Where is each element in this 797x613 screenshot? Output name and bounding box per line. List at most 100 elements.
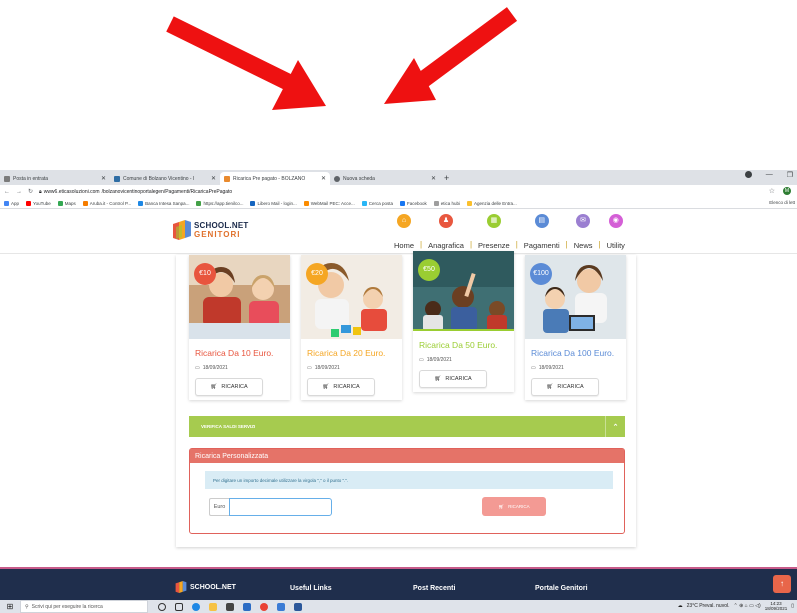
price-badge: €20 [306, 263, 328, 285]
mail-icon [4, 175, 10, 182]
bookmark-item[interactable]: Cerca posta [361, 200, 393, 206]
price-badge: €10 [194, 263, 216, 285]
task-view-icon[interactable] [175, 602, 183, 611]
bookmark-item[interactable]: Aruba.it - Control P... [82, 200, 131, 206]
card-photo: €100 [525, 255, 626, 339]
notification-icon[interactable]: ▯ [791, 603, 794, 609]
search-icon: ⚲ [25, 603, 29, 610]
forward-icon[interactable]: → [16, 189, 22, 195]
bookmarks-bar: App YouTube Maps Aruba.it - Control P... Ban… [0, 198, 797, 209]
card-photo: €50 [413, 251, 514, 331]
close-icon[interactable]: ✕ [431, 175, 436, 182]
reload-icon[interactable]: ↻ [28, 188, 33, 195]
page-content: €10 Ricarica Da 10 Euro. ▭ 18/09/2021 🛒︎ R… [0, 251, 797, 567]
windows-taskbar: ⊞ ⚲ Scrivi qui per eseguire la ricerca ☁… [0, 600, 797, 613]
taskbar-apps [158, 602, 302, 611]
verifica-saldi-bar[interactable]: VERIFICA SALDI SERVIZI ⌃ [189, 416, 625, 437]
close-icon[interactable]: ✕ [211, 175, 216, 182]
bookmark-item[interactable]: Libero Mail - login... [250, 200, 297, 206]
site-footer: SCHOOL.NET Useful Links Post Recenti Por… [0, 567, 797, 600]
bookmark-item[interactable]: WebMail PEC: Acce... [303, 200, 355, 206]
nav-item-utility[interactable]: ◉ Utility [601, 214, 631, 250]
new-tab-button[interactable]: + [440, 172, 453, 185]
bookmark-favicon-icon [467, 200, 472, 206]
url-field[interactable]: 🔒︎ www6.eticasoluzioni.com/bolzanovicent… [39, 189, 232, 195]
lock-icon: 🔒︎ [39, 188, 42, 195]
photos-icon[interactable] [277, 602, 285, 611]
tray-icons[interactable]: ⌃ ⊕ ⌂ ▭ ◁) [734, 603, 761, 609]
bookmark-favicon-icon [26, 200, 32, 206]
nav-item-anagrafica[interactable]: ♟ Anagrafica [422, 214, 470, 250]
calendar-icon: ▭ [419, 357, 424, 363]
windows-start-icon[interactable]: ⊞ [0, 602, 20, 611]
verifica-label: VERIFICA SALDI SERVIZI [201, 424, 256, 429]
ricarica-custom-button[interactable]: 🛒︎ RICARICA [482, 497, 546, 516]
bookmark-favicon-icon [399, 200, 405, 206]
minimize-icon[interactable]: — [766, 171, 773, 179]
browser-tab-bar: Posta in entrata ✕ Comune di Bolzano Vic… [0, 170, 797, 185]
edge-icon[interactable] [192, 602, 200, 611]
price-badge: €50 [418, 259, 440, 281]
browser-tab[interactable]: Nuova scheda ✕ [330, 172, 440, 185]
cortana-icon[interactable] [158, 602, 166, 611]
system-tray: ☁ 23°C Preval. nuvol. ⌃ ⊕ ⌂ ▭ ◁) 14:23 1… [678, 601, 794, 611]
nav-item-pagamenti[interactable]: ▤ Pagamenti [518, 214, 566, 250]
chevron-up-icon[interactable]: ⌃ [605, 416, 625, 437]
back-icon[interactable]: ← [4, 189, 10, 195]
ricarica-button[interactable]: 🛒︎ RICARICA [419, 370, 487, 388]
browser-tab[interactable]: Comune di Bolzano Vicentino - I ✕ [110, 172, 220, 185]
url-host: www6.eticasoluzioni.com [43, 188, 100, 195]
bookmark-favicon-icon [250, 200, 256, 206]
site-logo[interactable]: SCHOOL.NET GENITORI [173, 220, 248, 240]
card-date: ▭ 18/09/2021 [307, 365, 340, 371]
bookmark-favicon-icon [361, 200, 367, 206]
close-icon[interactable]: ✕ [321, 175, 326, 182]
file-explorer-icon[interactable] [209, 602, 217, 611]
euro-field-label: Euro [209, 498, 229, 516]
bookmark-favicon-icon [303, 200, 309, 206]
nav-item-presenze[interactable]: ▦ Presenze [472, 214, 516, 250]
bookmark-favicon-icon [82, 200, 88, 206]
decimal-info-alert: Per digitare un importo decimale utilizz… [205, 471, 613, 489]
nav-item-news[interactable]: ✉ News [568, 214, 599, 250]
close-icon[interactable]: ✕ [101, 175, 106, 182]
card-title: Ricarica Da 50 Euro. [419, 340, 498, 350]
star-icon[interactable]: ☆ [769, 187, 775, 195]
ricarica-panel: €10 Ricarica Da 10 Euro. ▭ 18/09/2021 🛒︎ R… [176, 251, 636, 547]
store-icon[interactable] [226, 602, 234, 611]
bookmark-favicon-icon [4, 200, 9, 206]
mail-icon[interactable] [243, 602, 251, 611]
word-icon[interactable] [294, 602, 302, 611]
ricarica-button[interactable]: 🛒︎ RICARICA [307, 378, 375, 396]
nav-item-home[interactable]: ⌂ Home [388, 214, 420, 250]
bookmark-favicon-icon [57, 200, 63, 206]
weather-text[interactable]: 23°C Preval. nuvol. [687, 603, 730, 609]
maximize-icon[interactable]: ❐ [787, 171, 793, 179]
chrome-icon[interactable] [260, 602, 268, 611]
cart-icon: 🛒︎ [210, 384, 218, 390]
ricarica-button[interactable]: 🛒︎ RICARICA [531, 378, 599, 396]
bookmark-item[interactable]: etica hubi [433, 200, 460, 206]
avatar[interactable]: M [783, 187, 791, 195]
taskbar-search[interactable]: ⚲ Scrivi qui per eseguire la ricerca [20, 600, 148, 613]
browser-tab[interactable]: Posta in entrata ✕ [0, 172, 110, 185]
bookmark-item[interactable]: Facebook [399, 200, 427, 206]
other-bookmarks[interactable]: Elenco di lett [769, 200, 795, 205]
euro-amount-input[interactable] [229, 498, 332, 516]
browser-tab-active[interactable]: Ricarica Pre pagato - BOLZANO ✕ [220, 172, 330, 185]
card-date: ▭ 18/09/2021 [419, 357, 452, 363]
bookmark-item[interactable]: Banca Intesa Sanpa... [138, 200, 189, 206]
profile-icon[interactable] [744, 171, 752, 178]
annotation-arrows [166, 7, 518, 110]
right-arrow-shaft [406, 7, 518, 95]
scroll-top-button[interactable]: ↑ [773, 575, 791, 593]
bookmark-favicon-icon [138, 200, 144, 206]
bookmark-item[interactable]: https://app.tienilco... [196, 200, 243, 206]
bookmark-item[interactable]: Agenzia delle Entra... [467, 200, 517, 206]
card-title: Ricarica Da 100 Euro. [531, 348, 615, 358]
bookmark-item[interactable]: Maps [57, 200, 76, 206]
bookmark-item[interactable]: YouTube [26, 200, 51, 206]
ricarica-button[interactable]: 🛒︎ RICARICA [195, 378, 263, 396]
clock[interactable]: 14:23 18/09/2021 [765, 601, 788, 611]
bookmark-item[interactable]: App [4, 200, 19, 206]
